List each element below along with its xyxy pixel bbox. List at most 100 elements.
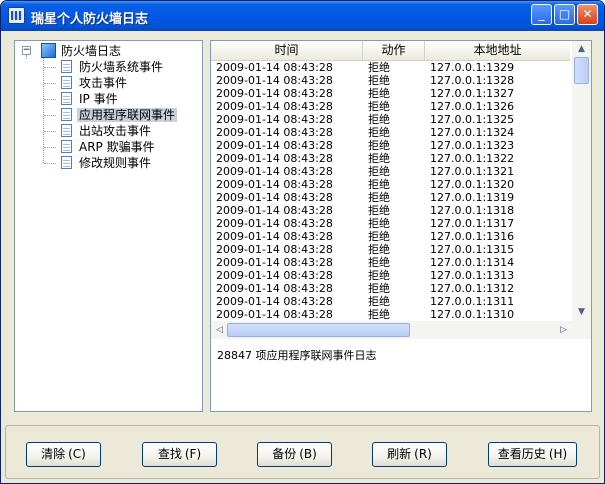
cell-time: 2009-01-14 08:43:28	[216, 191, 333, 204]
tree-item[interactable]: IP 事件	[61, 91, 120, 107]
cell-local-address: 127.0.0.1:1311	[430, 295, 515, 308]
maximize-button[interactable]: □	[554, 4, 575, 25]
scroll-right-icon[interactable]: ▷	[555, 321, 572, 339]
vertical-scrollbar[interactable]: ▲ ▼	[572, 41, 591, 321]
horizontal-scrollbar[interactable]: ◁ ▷	[211, 321, 572, 339]
table-row[interactable]: 2009-01-14 08:43:28 拒绝 127.0.0.1:1314	[211, 256, 570, 269]
horizontal-scroll-thumb[interactable]	[227, 323, 410, 337]
table-header: 时间 动作 本地地址	[211, 41, 570, 61]
document-icon	[61, 140, 72, 153]
button-hotkey: (H)	[548, 447, 568, 461]
table-row[interactable]: 2009-01-14 08:43:28 拒绝 127.0.0.1:1313	[211, 269, 570, 282]
log-category-tree-panel: − 防火墙日志 防火墙系统事件 攻击事件 IP 事件 应用程序联网事件 出站攻击事件 AR…	[14, 40, 203, 412]
cell-action: 拒绝	[368, 61, 390, 74]
tree-item[interactable]: 应用程序联网事件	[61, 107, 178, 123]
scroll-left-icon[interactable]: ◁	[211, 321, 228, 339]
cell-action: 拒绝	[368, 256, 390, 269]
table-row[interactable]: 2009-01-14 08:43:28 拒绝 127.0.0.1:1328	[211, 74, 570, 87]
cell-time: 2009-01-14 08:43:28	[216, 178, 333, 191]
cell-local-address: 127.0.0.1:1317	[430, 217, 515, 230]
column-header-local-address[interactable]: 本地地址	[425, 41, 570, 60]
tree-root-firewall-log[interactable]: 防火墙日志	[41, 43, 123, 59]
log-category-tree: − 防火墙日志 防火墙系统事件 攻击事件 IP 事件 应用程序联网事件 出站攻击事件 AR…	[15, 41, 202, 411]
cell-local-address: 127.0.0.1:1327	[430, 87, 515, 100]
table-row[interactable]: 2009-01-14 08:43:28 拒绝 127.0.0.1:1310	[211, 308, 570, 321]
event-count-status: 28847 项应用程序联网事件日志	[217, 349, 377, 362]
cell-local-address: 127.0.0.1:1329	[430, 61, 515, 74]
table-row[interactable]: 2009-01-14 08:43:28 拒绝 127.0.0.1:1326	[211, 100, 570, 113]
tree-root-label: 防火墙日志	[61, 44, 122, 58]
close-button[interactable]: ✕	[577, 4, 598, 25]
cell-action: 拒绝	[368, 87, 390, 100]
button-hotkey: (F)	[184, 447, 202, 461]
table-row[interactable]: 2009-01-14 08:43:28 拒绝 127.0.0.1:1319	[211, 191, 570, 204]
cell-action: 拒绝	[368, 191, 390, 204]
document-icon	[61, 60, 72, 73]
cell-time: 2009-01-14 08:43:28	[216, 113, 333, 126]
scroll-down-icon[interactable]: ▼	[572, 304, 591, 321]
cell-action: 拒绝	[368, 152, 390, 165]
view-history-button[interactable]: 查看历史 (H)	[488, 442, 577, 467]
table-row[interactable]: 2009-01-14 08:43:28 拒绝 127.0.0.1:1317	[211, 217, 570, 230]
vertical-scroll-thumb[interactable]	[574, 57, 589, 84]
cell-local-address: 127.0.0.1:1315	[430, 243, 515, 256]
cell-action: 拒绝	[368, 139, 390, 152]
tree-item[interactable]: ARP 欺骗事件	[61, 139, 157, 155]
table-row[interactable]: 2009-01-14 08:43:28 拒绝 127.0.0.1:1327	[211, 87, 570, 100]
button-label: 查找	[157, 447, 182, 461]
tree-item-label: ARP 欺骗事件	[79, 140, 155, 154]
cell-time: 2009-01-14 08:43:28	[216, 308, 333, 321]
cell-time: 2009-01-14 08:43:28	[216, 61, 333, 74]
column-header-time[interactable]: 时间	[211, 41, 363, 60]
cell-action: 拒绝	[368, 282, 390, 295]
cell-time: 2009-01-14 08:43:28	[216, 243, 333, 256]
table-row[interactable]: 2009-01-14 08:43:28 拒绝 127.0.0.1:1320	[211, 178, 570, 191]
cell-time: 2009-01-14 08:43:28	[216, 230, 333, 243]
table-row[interactable]: 2009-01-14 08:43:28 拒绝 127.0.0.1:1321	[211, 165, 570, 178]
table-row[interactable]: 2009-01-14 08:43:28 拒绝 127.0.0.1:1324	[211, 126, 570, 139]
table-row[interactable]: 2009-01-14 08:43:28 拒绝 127.0.0.1:1318	[211, 204, 570, 217]
tree-item[interactable]: 防火墙系统事件	[61, 59, 165, 75]
clear-button[interactable]: 清除 (C)	[26, 442, 101, 467]
event-list-panel: 时间 动作 本地地址 2009-01-14 08:43:28 拒绝 127.0.0.…	[210, 40, 592, 412]
cell-local-address: 127.0.0.1:1322	[430, 152, 515, 165]
scroll-up-icon[interactable]: ▲	[572, 41, 591, 58]
table-row[interactable]: 2009-01-14 08:43:28 拒绝 127.0.0.1:1315	[211, 243, 570, 256]
tree-item[interactable]: 修改规则事件	[61, 155, 153, 171]
refresh-button[interactable]: 刷新 (R)	[372, 442, 447, 467]
backup-button[interactable]: 备份 (B)	[257, 442, 332, 467]
find-button[interactable]: 查找 (F)	[142, 442, 217, 467]
cell-local-address: 127.0.0.1:1318	[430, 204, 515, 217]
column-header-action[interactable]: 动作	[363, 41, 425, 60]
table-row[interactable]: 2009-01-14 08:43:28 拒绝 127.0.0.1:1322	[211, 152, 570, 165]
cell-action: 拒绝	[368, 100, 390, 113]
cell-time: 2009-01-14 08:43:28	[216, 139, 333, 152]
cell-action: 拒绝	[368, 308, 390, 321]
cell-time: 2009-01-14 08:43:28	[216, 282, 333, 295]
document-icon	[61, 156, 72, 169]
cell-time: 2009-01-14 08:43:28	[216, 204, 333, 217]
cell-time: 2009-01-14 08:43:28	[216, 126, 333, 139]
table-row[interactable]: 2009-01-14 08:43:28 拒绝 127.0.0.1:1329	[211, 61, 570, 74]
minimize-button[interactable]: _	[531, 4, 552, 25]
cell-time: 2009-01-14 08:43:28	[216, 256, 333, 269]
cell-time: 2009-01-14 08:43:28	[216, 295, 333, 308]
tree-item[interactable]: 出站攻击事件	[61, 123, 153, 139]
document-icon	[61, 92, 72, 105]
table-row[interactable]: 2009-01-14 08:43:28 拒绝 127.0.0.1:1323	[211, 139, 570, 152]
tree-item[interactable]: 攻击事件	[61, 75, 129, 91]
cell-time: 2009-01-14 08:43:28	[216, 152, 333, 165]
document-icon	[61, 76, 72, 89]
cell-local-address: 127.0.0.1:1326	[430, 100, 515, 113]
button-label: 查看历史	[497, 447, 546, 461]
tree-item-label: 应用程序联网事件	[77, 108, 178, 122]
table-row[interactable]: 2009-01-14 08:43:28 拒绝 127.0.0.1:1316	[211, 230, 570, 243]
cell-action: 拒绝	[368, 230, 390, 243]
table-row[interactable]: 2009-01-14 08:43:28 拒绝 127.0.0.1:1325	[211, 113, 570, 126]
cell-time: 2009-01-14 08:43:28	[216, 165, 333, 178]
table-row[interactable]: 2009-01-14 08:43:28 拒绝 127.0.0.1:1311	[211, 295, 570, 308]
title-bar[interactable]: 瑞星个人防火墙日志 _ □ ✕	[1, 1, 604, 31]
button-hotkey: (C)	[68, 447, 86, 461]
table-row[interactable]: 2009-01-14 08:43:28 拒绝 127.0.0.1:1312	[211, 282, 570, 295]
tree-collapse-toggle[interactable]: −	[22, 46, 31, 55]
